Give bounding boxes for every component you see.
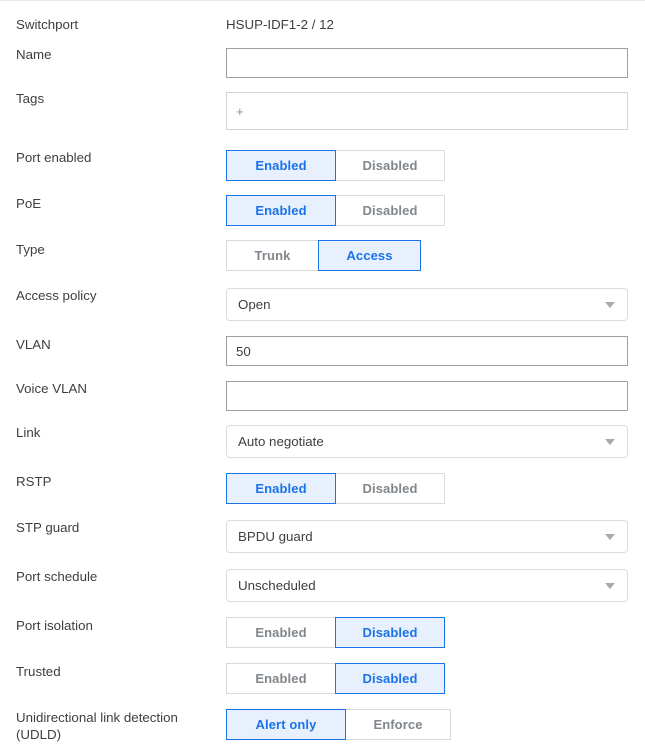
control-stp-guard: BPDU guard — [210, 520, 645, 553]
select-link[interactable]: Auto negotiate — [226, 425, 628, 458]
toggle-option-type-0[interactable]: Trunk — [226, 240, 319, 271]
control-type: TrunkAccess — [210, 240, 645, 271]
toggle-option-poe-0[interactable]: Enabled — [226, 195, 336, 226]
control-link: Auto negotiate — [210, 425, 645, 458]
chevron-down-icon[interactable] — [605, 583, 615, 589]
top-divider — [0, 0, 645, 1]
toggle-port-isolation: EnabledDisabled — [226, 617, 445, 648]
chevron-down-icon[interactable] — [605, 302, 615, 308]
form-row-poe: PoE EnabledDisabled — [0, 195, 645, 226]
control-name — [210, 48, 645, 78]
toggle-trusted: EnabledDisabled — [226, 663, 445, 694]
label-stp-guard: STP guard — [0, 519, 210, 536]
toggle-option-rstp-1[interactable]: Disabled — [335, 473, 445, 504]
label-poe: PoE — [0, 195, 210, 212]
form-row-stp-guard: STP guard BPDU guard — [0, 519, 645, 553]
input-name[interactable] — [226, 48, 628, 78]
form-row-voice-vlan: Voice VLAN — [0, 380, 645, 411]
toggle-port-enabled: EnabledDisabled — [226, 150, 445, 181]
form-row-rstp: RSTP EnabledDisabled — [0, 473, 645, 504]
form-row-port-schedule: Port schedule Unscheduled — [0, 568, 645, 602]
label-link: Link — [0, 424, 210, 441]
toggle-option-port-isolation-1[interactable]: Disabled — [335, 617, 445, 648]
value-switchport: HSUP-IDF1-2 / 12 — [210, 16, 334, 33]
form-row-vlan: VLAN — [0, 336, 645, 366]
control-trusted: EnabledDisabled — [210, 663, 645, 694]
toggle-option-rstp-0[interactable]: Enabled — [226, 473, 336, 504]
form-row-tags: Tags + — [0, 90, 645, 130]
plus-icon[interactable]: + — [236, 105, 244, 118]
form-row-udld: Unidirectional link detection (UDLD) Aler… — [0, 709, 645, 743]
form-row-switchport: SwitchportHSUP-IDF1-2 / 12 — [0, 16, 645, 33]
toggle-option-udld-0[interactable]: Alert only — [226, 709, 346, 740]
control-switchport: HSUP-IDF1-2 / 12 — [210, 16, 645, 33]
input-voice-vlan[interactable] — [226, 381, 628, 411]
toggle-option-udld-1[interactable]: Enforce — [345, 709, 451, 740]
form-row-port-enabled: Port enabled EnabledDisabled — [0, 149, 645, 181]
chevron-down-icon[interactable] — [605, 439, 615, 445]
label-access-policy: Access policy — [0, 287, 210, 304]
label-port-isolation: Port isolation — [0, 617, 210, 634]
form-row-access-policy: Access policy Open — [0, 287, 645, 321]
select-port-schedule[interactable]: Unscheduled — [226, 569, 628, 602]
toggle-option-trusted-0[interactable]: Enabled — [226, 663, 336, 694]
toggle-option-poe-1[interactable]: Disabled — [335, 195, 445, 226]
label-trusted: Trusted — [0, 663, 210, 680]
input-vlan[interactable] — [226, 336, 628, 366]
select-value-port-schedule: Unscheduled — [238, 577, 316, 594]
control-port-schedule: Unscheduled — [210, 569, 645, 602]
form-row-trusted: Trusted EnabledDisabled — [0, 663, 645, 694]
select-value-access-policy: Open — [238, 296, 271, 313]
select-access-policy[interactable]: Open — [226, 288, 628, 321]
control-voice-vlan — [210, 381, 645, 411]
toggle-option-type-1[interactable]: Access — [318, 240, 421, 271]
label-switchport: Switchport — [0, 16, 210, 33]
control-port-isolation: EnabledDisabled — [210, 617, 645, 648]
control-rstp: EnabledDisabled — [210, 473, 645, 504]
control-poe: EnabledDisabled — [210, 195, 645, 226]
form-row-link: Link Auto negotiate — [0, 424, 645, 458]
control-tags: + — [210, 92, 645, 130]
toggle-option-trusted-1[interactable]: Disabled — [335, 663, 445, 694]
label-voice-vlan: Voice VLAN — [0, 380, 210, 397]
toggle-type: TrunkAccess — [226, 240, 421, 271]
control-udld: Alert onlyEnforce — [210, 709, 645, 740]
tags-input-tags[interactable]: + — [226, 92, 628, 130]
form-row-type: Type TrunkAccess — [0, 241, 645, 271]
label-vlan: VLAN — [0, 336, 210, 353]
control-port-enabled: EnabledDisabled — [210, 150, 645, 181]
toggle-option-port-isolation-0[interactable]: Enabled — [226, 617, 336, 648]
control-access-policy: Open — [210, 288, 645, 321]
chevron-down-icon[interactable] — [605, 534, 615, 540]
form-row-name: Name — [0, 46, 645, 78]
select-value-stp-guard: BPDU guard — [238, 528, 313, 545]
select-stp-guard[interactable]: BPDU guard — [226, 520, 628, 553]
form-row-port-isolation: Port isolation EnabledDisabled — [0, 617, 645, 648]
toggle-udld: Alert onlyEnforce — [226, 709, 451, 740]
label-tags: Tags — [0, 90, 210, 107]
label-udld: Unidirectional link detection (UDLD) — [0, 709, 210, 743]
control-vlan — [210, 336, 645, 366]
label-rstp: RSTP — [0, 473, 210, 490]
toggle-poe: EnabledDisabled — [226, 195, 445, 226]
select-value-link: Auto negotiate — [238, 433, 324, 450]
label-type: Type — [0, 241, 210, 258]
label-port-enabled: Port enabled — [0, 149, 210, 166]
toggle-rstp: EnabledDisabled — [226, 473, 445, 504]
toggle-option-port-enabled-1[interactable]: Disabled — [335, 150, 445, 181]
label-name: Name — [0, 46, 210, 63]
label-port-schedule: Port schedule — [0, 568, 210, 585]
toggle-option-port-enabled-0[interactable]: Enabled — [226, 150, 336, 181]
